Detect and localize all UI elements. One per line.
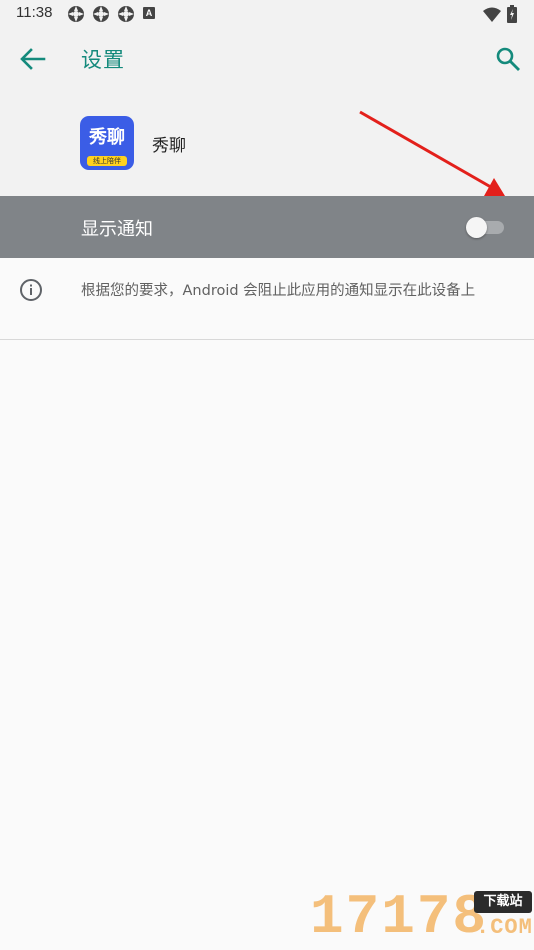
- app-notification-icon: [68, 6, 84, 22]
- show-notifications-label: 显示通知: [81, 219, 153, 240]
- app-icon-text: 秀聊: [89, 127, 125, 148]
- arrow-back-icon[interactable]: [18, 47, 46, 71]
- info-row: 根据您的要求，Android 会阻止此应用的通知显示在此设备上: [0, 258, 534, 340]
- wifi-icon: [483, 7, 501, 22]
- app-icon-subtitle: 线上陪伴: [87, 156, 127, 166]
- app-notification-icon: [93, 6, 109, 22]
- info-text: 根据您的要求，Android 会阻止此应用的通知显示在此设备上: [81, 283, 476, 299]
- show-notifications-switch[interactable]: [466, 217, 506, 238]
- watermark-badge: 下载站: [474, 891, 532, 913]
- page-title: 设置: [81, 48, 125, 72]
- app-bar: 设置: [0, 27, 534, 91]
- app-notification-icon: [118, 6, 134, 22]
- search-icon[interactable]: [494, 45, 522, 73]
- switch-thumb: [466, 217, 487, 238]
- battery-icon: [507, 5, 517, 23]
- show-notifications-row[interactable]: 显示通知: [0, 196, 534, 258]
- app-icon: 秀聊 线上陪伴: [80, 116, 134, 170]
- app-name: 秀聊: [152, 136, 186, 156]
- watermark-domain: .COM: [476, 915, 533, 940]
- info-icon: [20, 279, 42, 301]
- watermark-number: 17178: [310, 885, 489, 949]
- a-notification-icon: A: [143, 7, 155, 19]
- status-bar: 11:38 A: [0, 0, 534, 27]
- status-time: 11:38: [16, 4, 53, 21]
- watermark: 17178 下载站 .COM: [310, 885, 534, 950]
- app-header: 秀聊 线上陪伴 秀聊: [0, 91, 534, 196]
